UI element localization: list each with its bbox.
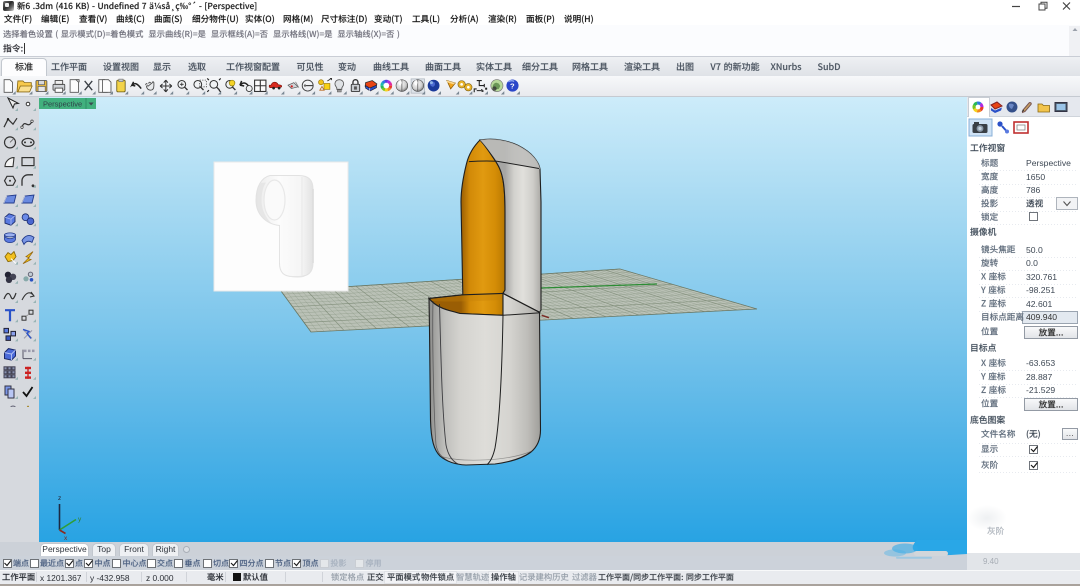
- svg-text:?: ?: [510, 82, 515, 91]
- svg-text:z: z: [58, 495, 61, 502]
- svg-text:Perspective: Perspective: [43, 100, 82, 109]
